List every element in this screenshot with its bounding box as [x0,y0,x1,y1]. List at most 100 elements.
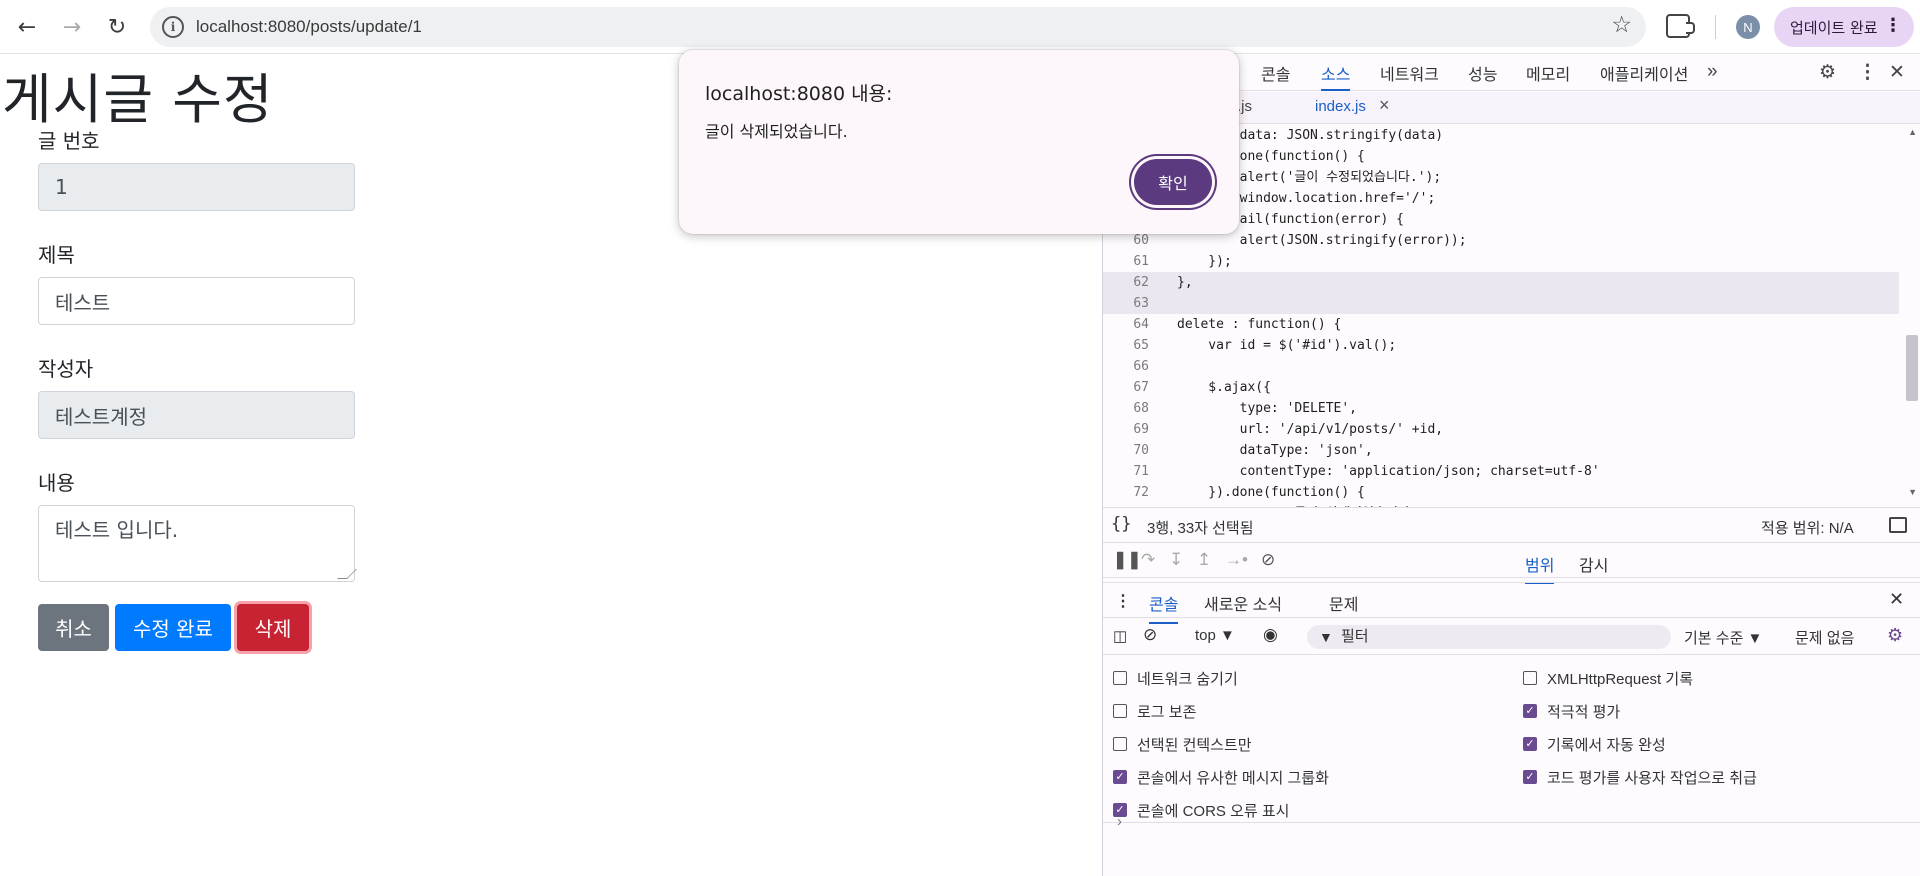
update-button[interactable]: 업데이트 완료 ⋮ [1774,7,1914,47]
log-level-select[interactable]: 기본 수준 ▼ [1684,627,1762,648]
line-number[interactable]: 69 [1103,419,1149,440]
step-out-icon[interactable]: ↥ [1197,550,1211,570]
reload-icon[interactable]: ↻ [101,11,133,43]
tab-watch[interactable]: 감시 [1579,552,1608,576]
tab-application[interactable]: 애플리케이션 [1600,61,1688,91]
console-filter-input[interactable]: ▼ 필터 [1307,625,1671,649]
setting-row[interactable]: 선택된 컨텍스트만 [1113,734,1252,754]
drawer-menu-icon[interactable]: ⋮ [1115,591,1131,611]
checkbox[interactable]: ✓ [1523,704,1537,718]
line-number[interactable]: 64 [1103,314,1149,335]
console-prompt[interactable]: › [1117,813,1122,830]
issues-status[interactable]: 문제 없음 [1795,627,1854,648]
checkbox[interactable] [1113,704,1127,718]
checkbox[interactable]: ✓ [1113,770,1127,784]
id-field[interactable]: 1 [38,163,355,211]
more-menu-icon[interactable]: ⋮ [1884,15,1902,36]
line-number[interactable]: 62 [1103,272,1149,293]
code-line[interactable]: 69 url: '/api/v1/posts/' +id, [1103,419,1899,440]
tab-sources[interactable]: 소스 [1321,61,1351,91]
tab-network[interactable]: 네트워크 [1380,61,1439,91]
address-bar[interactable]: i localhost:8080/posts/update/1 ☆ [150,7,1646,47]
step-icon[interactable]: →• [1225,550,1248,570]
line-number[interactable]: 70 [1103,440,1149,461]
clear-console-icon[interactable]: ⊘ [1143,625,1157,645]
checkbox[interactable] [1523,671,1537,685]
drawer-tab-whats-new[interactable]: 새로운 소식 [1204,591,1282,615]
code-scrollbar[interactable] [1906,335,1918,401]
gear-icon[interactable]: ⚙ [1819,61,1836,84]
bookmark-star-icon[interactable]: ☆ [1611,12,1632,38]
url-text[interactable]: localhost:8080/posts/update/1 [196,17,422,37]
close-file-icon[interactable]: × [1379,95,1390,116]
line-number[interactable]: 63 [1103,293,1149,314]
checkbox[interactable] [1113,737,1127,751]
resize-handle[interactable] [337,569,357,579]
code-line[interactable]: 65 var id = $('#id').val(); [1103,335,1899,356]
delete-button[interactable]: 삭제 [237,604,309,651]
cancel-button[interactable]: 취소 [38,604,109,651]
dialog-ok-button[interactable]: 확인 [1134,159,1212,205]
setting-row[interactable]: ✓ 기록에서 자동 완성 [1523,734,1666,754]
line-number[interactable]: 72 [1103,482,1149,503]
context-selector[interactable]: top ▼ [1195,627,1235,644]
line-number[interactable]: 65 [1103,335,1149,356]
pretty-print-icon[interactable]: {} [1111,514,1131,534]
title-field[interactable]: 테스트 [38,277,355,325]
sidebar-toggle-icon[interactable]: ◫ [1113,627,1127,645]
toggle-panel-icon[interactable] [1889,517,1907,533]
pause-icon[interactable]: ❚❚ [1113,550,1142,570]
tab-performance[interactable]: 성능 [1468,61,1497,91]
code-line[interactable]: 63 [1103,293,1899,314]
setting-row[interactable]: XMLHttpRequest 기록 [1523,668,1693,688]
profile-avatar[interactable]: N [1736,15,1760,39]
more-tabs-icon[interactable]: » [1707,61,1718,83]
setting-row[interactable]: ✓ 콘솔에 CORS 오류 표시 [1113,800,1289,820]
code-line[interactable]: 71 contentType: 'application/json; chars… [1103,461,1899,482]
step-into-icon[interactable]: ↧ [1169,550,1183,570]
code-line[interactable]: 72 }).done(function() { [1103,482,1899,503]
code-line[interactable]: 64 delete : function() { [1103,314,1899,335]
drawer-tab-issues[interactable]: 문제 [1329,591,1358,615]
author-field[interactable]: 테스트계정 [38,391,355,439]
checkbox[interactable]: ✓ [1523,737,1537,751]
code-line[interactable]: 66 [1103,356,1899,377]
console-settings-gear-icon[interactable]: ⚙ [1887,625,1903,646]
kebab-menu-icon[interactable]: ⋮ [1858,61,1877,84]
extensions-icon[interactable] [1666,14,1695,38]
step-over-icon[interactable]: ↷ [1141,550,1155,570]
deactivate-breakpoints-icon[interactable]: ⊘ [1261,550,1275,570]
setting-row[interactable]: 네트워크 숨기기 [1113,668,1238,688]
console-toolbar: ◫ ⊘ top ▼ ◉ ▼ 필터 기본 수준 ▼ 문제 없음 ⚙ [1103,619,1920,655]
line-number[interactable]: 71 [1103,461,1149,482]
site-info-icon[interactable]: i [162,16,184,38]
file-tab-index[interactable]: index.js [1315,98,1366,115]
setting-row[interactable]: ✓ 콘솔에서 유사한 메시지 그룹화 [1113,767,1329,787]
close-drawer-icon[interactable]: ✕ [1889,589,1904,610]
code-line[interactable]: 68 type: 'DELETE', [1103,398,1899,419]
code-line[interactable]: 62}, [1103,272,1899,293]
back-arrow-icon[interactable]: ← [11,11,43,43]
checkbox[interactable]: ✓ [1523,770,1537,784]
tab-scope[interactable]: 범위 [1525,552,1555,584]
scroll-down-icon[interactable]: ▼ [1908,487,1917,497]
save-button[interactable]: 수정 완료 [115,604,231,651]
close-icon[interactable]: ✕ [1889,61,1905,84]
setting-row[interactable]: ✓ 적극적 평가 [1523,701,1620,721]
line-number[interactable]: 67 [1103,377,1149,398]
code-line[interactable]: 67 $.ajax({ [1103,377,1899,398]
tab-console[interactable]: 콘솔 [1261,61,1290,91]
line-number[interactable]: 66 [1103,356,1149,377]
eye-icon[interactable]: ◉ [1263,625,1278,645]
setting-row[interactable]: ✓ 코드 평가를 사용자 작업으로 취급 [1523,767,1757,787]
forward-arrow-icon[interactable]: → [56,11,88,43]
checkbox[interactable] [1113,671,1127,685]
code-line[interactable]: 70 dataType: 'json', [1103,440,1899,461]
line-number[interactable]: 61 [1103,251,1149,272]
line-number[interactable]: 68 [1103,398,1149,419]
content-textarea[interactable]: 테스트 입니다. [38,505,357,582]
setting-row[interactable]: 로그 보존 [1113,701,1196,721]
scroll-up-icon[interactable]: ▲ [1908,127,1917,137]
tab-memory[interactable]: 메모리 [1526,61,1570,91]
code-line[interactable]: 61 }); [1103,251,1899,272]
